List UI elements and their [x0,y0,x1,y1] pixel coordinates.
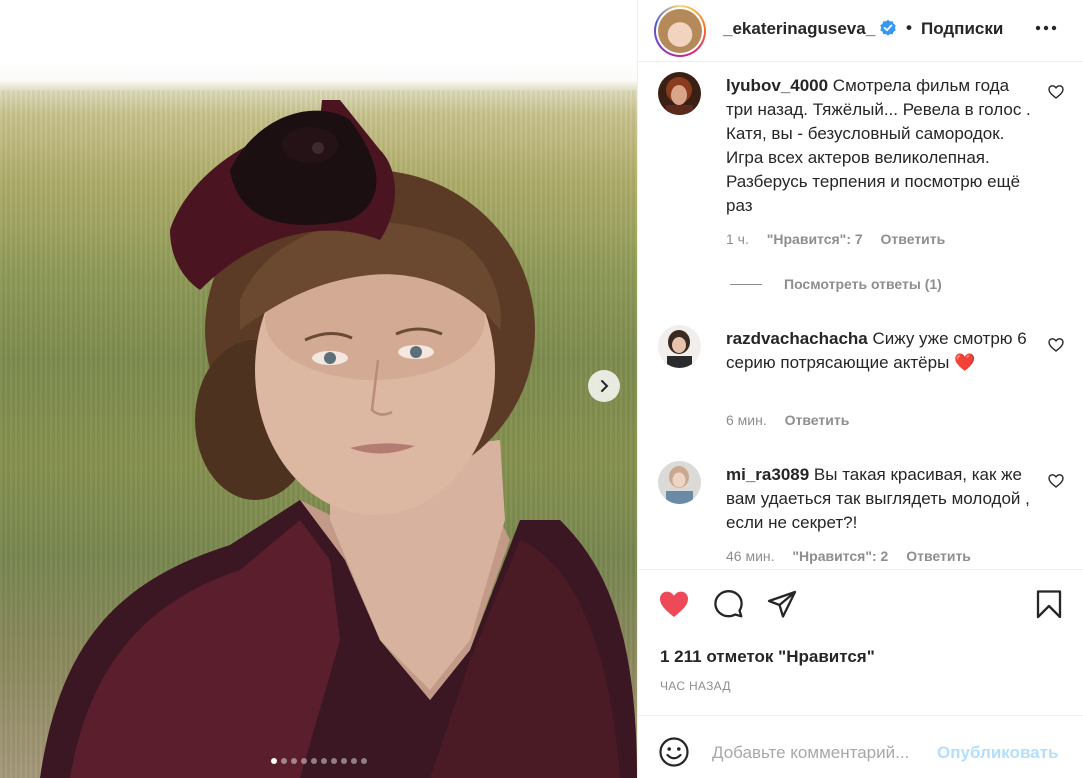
post-header: _ekaterinaguseva_ • Подписки [638,0,1083,62]
comment-like-icon[interactable] [1048,337,1064,353]
post-actions: 1 211 отметок "Нравится" ЧАС НАЗАД [638,569,1083,715]
post-photo[interactable] [0,0,637,778]
comment-time: 6 мин. [726,412,767,428]
like-heart-icon[interactable] [658,589,690,619]
share-send-icon[interactable] [766,589,798,619]
carousel-dot [350,758,357,764]
comment-text: razdvachachacha Сижу уже смотрю 6 серию … [726,327,1031,375]
comment-text: mi_ra3089 Вы такая красивая, как же вам … [726,463,1031,535]
comment-like-icon[interactable] [1048,473,1064,489]
comment-composer: Опубликовать [638,715,1083,778]
portrait-illustration [40,100,637,778]
comment-time: 46 мин. [726,548,775,564]
comment-meta: 6 мин. Ответить [726,412,863,428]
comment-content: Смотрела фильм года три назад. Тяжёлый..… [726,76,1031,215]
carousel-dots [0,758,637,764]
commenter-avatar[interactable] [658,325,701,368]
carousel-dot [270,758,277,764]
view-replies-button[interactable]: Посмотреть ответы (1) [730,276,942,292]
more-options-icon[interactable] [1032,16,1060,40]
carousel-dot [300,758,307,764]
author-avatar[interactable] [654,5,706,57]
next-slide-button[interactable] [588,370,620,402]
comment-likes[interactable]: "Нравится": 7 [767,231,863,247]
verified-badge-icon [880,19,896,36]
commenter-avatar[interactable] [658,461,701,504]
instagram-post-view: _ekaterinaguseva_ • Подписки lyubov_4000… [0,0,1083,778]
comments-list[interactable]: lyubov_4000 Смотрела фильм года три наза… [638,62,1083,569]
carousel-dot [310,758,317,764]
reply-button[interactable]: Ответить [906,548,971,564]
carousel-dot [320,758,327,764]
likes-count[interactable]: 1 211 отметок "Нравится" [660,647,875,667]
comment-likes[interactable]: "Нравится": 2 [792,548,888,564]
view-replies-label: Посмотреть ответы (1) [784,276,942,292]
post-timestamp: ЧАС НАЗАД [660,679,731,693]
comment-input[interactable] [712,740,932,766]
replies-divider [730,283,762,285]
bookmark-icon[interactable] [1033,589,1065,619]
carousel-dot [360,758,367,764]
comment-meta: 1 ч. "Нравится": 7 Ответить [726,231,959,247]
post-sidebar: _ekaterinaguseva_ • Подписки lyubov_4000… [637,0,1083,778]
commenter-avatar[interactable] [658,72,701,115]
following-button[interactable]: Подписки [921,19,1003,39]
carousel-dot [290,758,297,764]
comment-username[interactable]: lyubov_4000 [726,76,828,95]
heart-emoji: ❤️ [954,353,976,372]
comment-time: 1 ч. [726,231,749,247]
carousel-dot [280,758,287,764]
chevron-right-icon [601,380,609,392]
comment-text: lyubov_4000 Смотрела фильм года три наза… [726,74,1031,218]
carousel-dot [340,758,347,764]
comment-username[interactable]: mi_ra3089 [726,465,809,484]
carousel-dot [330,758,337,764]
comment-bubble-icon[interactable] [712,589,744,619]
publish-button[interactable]: Опубликовать [937,743,1058,763]
reply-button[interactable]: Ответить [881,231,946,247]
comment-username[interactable]: razdvachachacha [726,329,868,348]
comment-meta: 46 мин. "Нравится": 2 Ответить [726,548,985,564]
emoji-icon[interactable] [658,736,690,768]
author-username[interactable]: _ekaterinaguseva_ [723,19,875,39]
comment-like-icon[interactable] [1048,84,1064,100]
header-separator: • [906,18,912,37]
reply-button[interactable]: Ответить [785,412,850,428]
